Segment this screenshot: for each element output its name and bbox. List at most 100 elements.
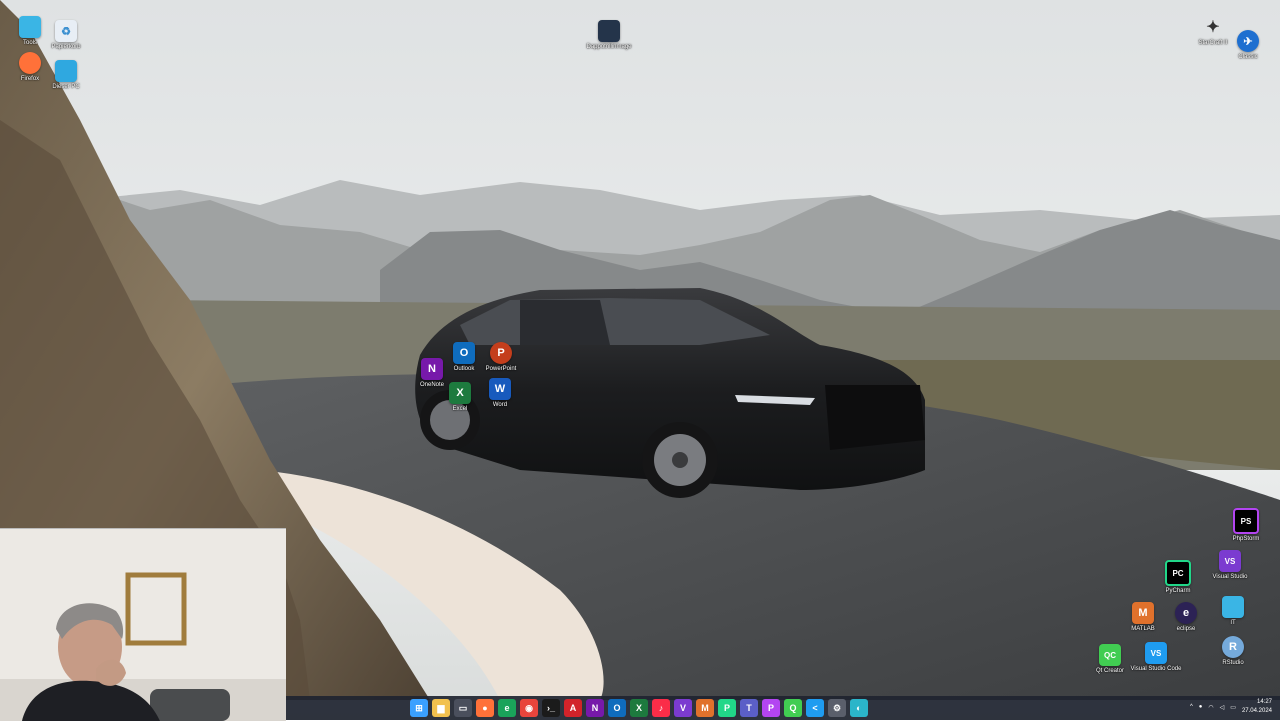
desktop-icon-phpstorm[interactable]: PS PhpStorm	[1220, 508, 1272, 542]
desktop-icon-label: Visual Studio	[1212, 574, 1248, 580]
desktop-icon-label: Papierkorb	[51, 44, 81, 50]
desktop-icon-label: eclipse	[1176, 626, 1196, 632]
music-icon: ♪	[658, 703, 664, 713]
pycharm-icon: PC	[1165, 560, 1191, 586]
clock-time: 14:27	[1256, 699, 1272, 705]
taskbar-excel-button[interactable]: X	[630, 699, 648, 717]
desktop-icon-label: Qt Creator	[1095, 668, 1124, 674]
start-icon: ⊞	[415, 702, 423, 713]
qt-creator-icon: QC	[1099, 644, 1121, 666]
desktop-icon-rstudio[interactable]: R RStudio	[1207, 636, 1259, 666]
phpstorm-icon: P	[767, 703, 774, 713]
desktop-icon-vscode[interactable]: VS Visual Studio Code	[1130, 642, 1182, 672]
taskbar-matlab-button[interactable]: M	[696, 699, 714, 717]
taskbar-acrobat-button[interactable]: A	[564, 699, 582, 717]
recycle-bin-icon: ♻	[55, 20, 77, 42]
folder-icon	[1222, 596, 1244, 618]
taskbar-phpstorm-button[interactable]: P	[762, 699, 780, 717]
taskbar-task-view-button[interactable]: ▭	[454, 699, 472, 717]
phpstorm-icon: PS	[1233, 508, 1259, 534]
desktop-icon-label: Tools	[22, 40, 37, 46]
firefox-icon: ●	[482, 703, 488, 713]
taskbar-app-list: ⊞ ▆ ▭ ● e ◉ ›_ A N O X ♪ V M P T P Q < ⚙ ◐	[410, 699, 868, 717]
desktop-icon-word[interactable]: W Word	[474, 378, 526, 408]
onenote-icon: N	[421, 358, 443, 380]
taskbar-visual-studio-button[interactable]: V	[674, 699, 692, 717]
powerpoint-icon: P	[490, 342, 512, 364]
microphone-icon[interactable]: ●	[1199, 704, 1203, 710]
desktop-icon-label: PowerPoint	[485, 366, 517, 372]
desktop-icon-label: RStudio	[1222, 660, 1244, 666]
image-file-icon	[598, 20, 620, 42]
excel-icon: X	[635, 703, 642, 713]
taskbar-qt-creator-button[interactable]: Q	[784, 699, 802, 717]
desktop-icon-label: Dieser PC	[52, 84, 80, 90]
taskbar-explorer-button[interactable]: ▆	[432, 699, 450, 717]
desktop-icon-this-pc[interactable]: Dieser PC	[40, 60, 92, 90]
taskbar-pycharm-button[interactable]: P	[718, 699, 736, 717]
eclipse-icon: e	[1175, 602, 1197, 624]
desktop-icon-label: Firefox	[20, 76, 40, 82]
desktop-icon-label: Classic	[1238, 54, 1258, 60]
desktop-icon-it-folder[interactable]: IT	[1207, 596, 1259, 626]
qt-creator-icon: Q	[789, 703, 797, 713]
webcam-overlay	[0, 528, 286, 721]
matlab-icon: M	[1132, 602, 1154, 624]
desktop-icon-image-file[interactable]: Dappotrillinmage	[583, 20, 635, 50]
taskbar-music-button[interactable]: ♪	[652, 699, 670, 717]
taskbar-settings-button[interactable]: ⚙	[828, 699, 846, 717]
teams-icon: T	[746, 703, 752, 713]
starcraft-icon: ✦	[1206, 19, 1220, 36]
desktop-icon-eclipse[interactable]: e eclipse	[1160, 602, 1212, 632]
desktop-icon-label: Excel	[452, 406, 468, 412]
monitor-icon	[55, 60, 77, 82]
taskbar-network-app-button[interactable]: ◐	[850, 699, 868, 717]
taskbar-start-button[interactable]: ⊞	[410, 699, 428, 717]
desktop-icon-label: Word	[492, 402, 508, 408]
desktop-icon-label: MATLAB	[1131, 626, 1155, 632]
desktop-icon-label: PyCharm	[1165, 588, 1191, 594]
chrome-icon: ◉	[525, 702, 533, 713]
firefox-icon	[19, 52, 41, 74]
battery-icon[interactable]: ▭	[1230, 704, 1236, 711]
desktop-icon-label: Dappotrillinmage	[586, 44, 632, 50]
vscode-icon: VS	[1145, 642, 1167, 664]
desktop-icon-classic[interactable]: ✈ Classic	[1222, 30, 1274, 60]
webcam-scene	[0, 529, 286, 721]
vscode-icon: <	[812, 703, 818, 713]
taskbar: ⊞ ▆ ▭ ● e ◉ ›_ A N O X ♪ V M P T P Q < ⚙ ◐ ^ ● ◠ ◁ ▭ 14:27 2…	[286, 696, 1280, 720]
visual-studio-icon: V	[679, 703, 686, 713]
taskbar-chrome-button[interactable]: ◉	[520, 699, 538, 717]
rstudio-icon: R	[1222, 636, 1244, 658]
outlook-icon: O	[613, 703, 621, 713]
taskbar-teams-button[interactable]: T	[740, 699, 758, 717]
taskbar-onenote-button[interactable]: N	[586, 699, 604, 717]
desktop-icon-qt-creator[interactable]: QC Qt Creator	[1084, 644, 1136, 674]
taskbar-terminal-button[interactable]: ›_	[542, 699, 560, 717]
chevron-up-icon[interactable]: ^	[1190, 704, 1193, 710]
visual-studio-icon: VS	[1219, 550, 1241, 572]
app-circle-icon: ✈	[1237, 30, 1259, 52]
excel-icon: X	[449, 382, 471, 404]
acrobat-icon: A	[569, 703, 577, 713]
desktop-icon-label: PhpStorm	[1232, 536, 1260, 542]
wifi-icon[interactable]: ◠	[1208, 704, 1213, 711]
desktop-icon-visual-studio[interactable]: VS Visual Studio	[1204, 550, 1256, 580]
desktop-icon-recycle-bin[interactable]: ♻ Papierkorb	[40, 20, 92, 50]
taskbar-outlook-button[interactable]: O	[608, 699, 626, 717]
taskbar-edge-button[interactable]: e	[498, 699, 516, 717]
settings-icon: ⚙	[832, 702, 842, 713]
folder-icon	[19, 16, 41, 38]
taskbar-vscode-button[interactable]: <	[806, 699, 824, 717]
matlab-icon: M	[701, 703, 709, 713]
taskbar-clock[interactable]: 14:27 27.04.2024	[1242, 698, 1272, 716]
taskbar-firefox-button[interactable]: ●	[476, 699, 494, 717]
desktop-icon-pycharm[interactable]: PC PyCharm	[1152, 560, 1204, 594]
explorer-icon: ▆	[437, 702, 445, 713]
desktop-icon-powerpoint[interactable]: P PowerPoint	[475, 342, 527, 372]
pycharm-icon: P	[723, 703, 730, 713]
task-view-icon: ▭	[458, 702, 468, 713]
word-icon: W	[489, 378, 511, 400]
network-app-icon: ◐	[856, 703, 862, 713]
volume-icon[interactable]: ◁	[1220, 704, 1225, 711]
